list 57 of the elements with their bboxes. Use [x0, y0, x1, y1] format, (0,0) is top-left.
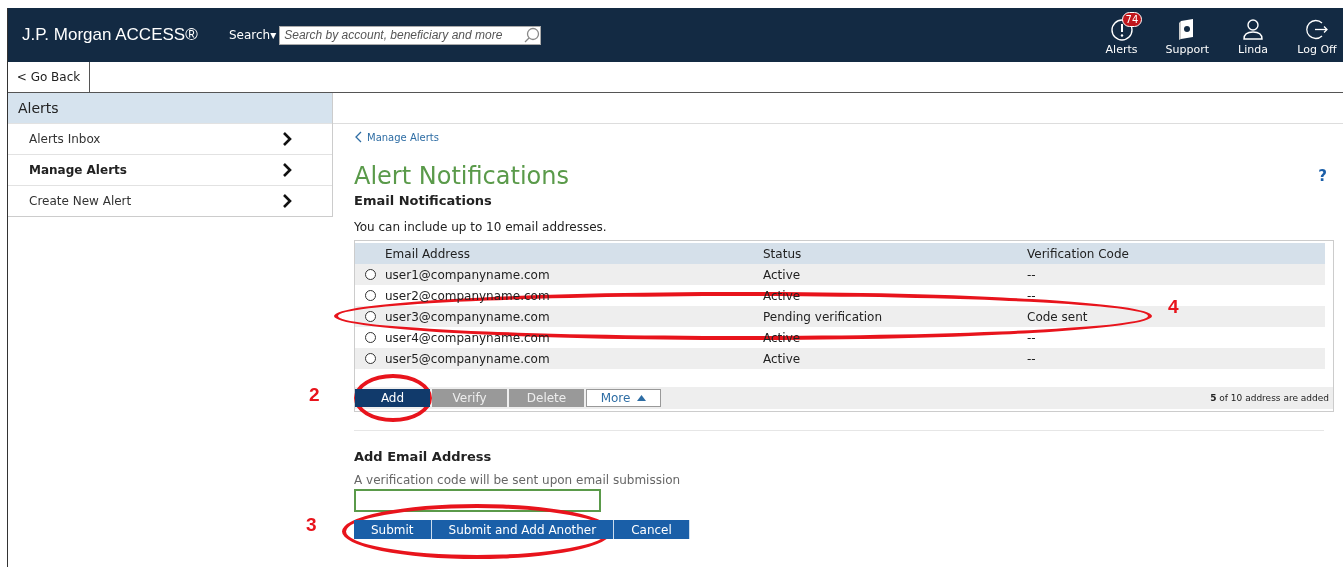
table-cell-text: user2@companyname.com: [385, 288, 551, 303]
help-link[interactable]: ?: [1318, 167, 1327, 185]
chevron-icon: [282, 194, 292, 208]
logo[interactable]: J.P. Morgan ACCESS®: [22, 25, 229, 45]
sidebar-item[interactable]: Alerts Inbox: [8, 123, 332, 154]
header-user-button[interactable]: Linda: [1233, 14, 1273, 56]
header-support-button[interactable]: Support: [1165, 14, 1209, 56]
breadcrumb-link[interactable]: Manage Alerts: [354, 131, 439, 143]
toolbar-button[interactable]: Add: [355, 389, 430, 407]
radio-button[interactable]: [364, 290, 376, 301]
callout-number: 2: [309, 384, 320, 406]
table-cell-text: Pending verification: [763, 309, 884, 324]
radio-button[interactable]: [364, 269, 376, 280]
section-title: Email Notifications: [354, 193, 493, 208]
notification-badge: 74: [1121, 11, 1143, 27]
table-cell-text: --: [1027, 330, 1037, 345]
search-dropdown[interactable]: Search▾: [229, 28, 277, 42]
sidebar-title: Alerts: [8, 93, 332, 123]
page-title: Alert Notifications: [354, 162, 569, 190]
chevron-icon: [282, 163, 292, 177]
header-logoff-button[interactable]: Log Off: [1297, 14, 1337, 56]
table-cell-text: --: [1027, 351, 1037, 366]
search-icon: [524, 27, 541, 43]
chevron-icon: [282, 132, 292, 146]
column-header: Email Address: [385, 246, 471, 261]
sidebar-item[interactable]: Manage Alerts: [8, 154, 332, 185]
radio-button[interactable]: [364, 311, 376, 322]
callout-number: 4: [1168, 296, 1179, 318]
form-button[interactable]: Submit and Add Another: [431, 520, 615, 539]
user-icon: [1241, 16, 1265, 41]
caret-up-icon: [637, 395, 647, 401]
table-cell-text: user3@companyname.com: [385, 309, 551, 324]
table-cell-text: user5@companyname.com: [385, 351, 551, 366]
table-cell-text: Active: [763, 351, 802, 366]
radio-button[interactable]: [364, 332, 376, 343]
hint-text: A verification code will be sent upon email submission: [354, 473, 682, 487]
sidebar-item[interactable]: Create New Alert: [8, 185, 332, 216]
address-count: 5 of 10 address are added: [1210, 393, 1329, 403]
radio-button[interactable]: [364, 353, 376, 364]
back-chevron-icon: [354, 131, 362, 143]
table-cell-text: --: [1027, 267, 1037, 282]
search-field[interactable]: Search by account, beneficiary and more: [279, 25, 542, 45]
header-alerts-button[interactable]: 74 Alerts: [1101, 14, 1142, 56]
intro-text: You can include up to 10 email addresses.: [354, 220, 608, 234]
column-header: Verification Code: [1027, 246, 1130, 261]
more-menu-button[interactable]: More: [586, 389, 661, 407]
callout-number: 3: [306, 514, 317, 536]
table-cell-text: --: [1027, 288, 1037, 303]
table-cell-text: user4@companyname.com: [385, 330, 551, 345]
form-button[interactable]: Submit: [354, 520, 432, 539]
email-field[interactable]: [354, 489, 601, 512]
section-title: Add Email Address: [354, 449, 493, 464]
form-button[interactable]: Cancel: [614, 520, 690, 539]
column-header: Status: [763, 246, 803, 261]
table-cell-text: Code sent: [1027, 309, 1089, 324]
table-cell-text: Active: [763, 267, 802, 282]
table-cell-text: user1@companyname.com: [385, 267, 551, 282]
